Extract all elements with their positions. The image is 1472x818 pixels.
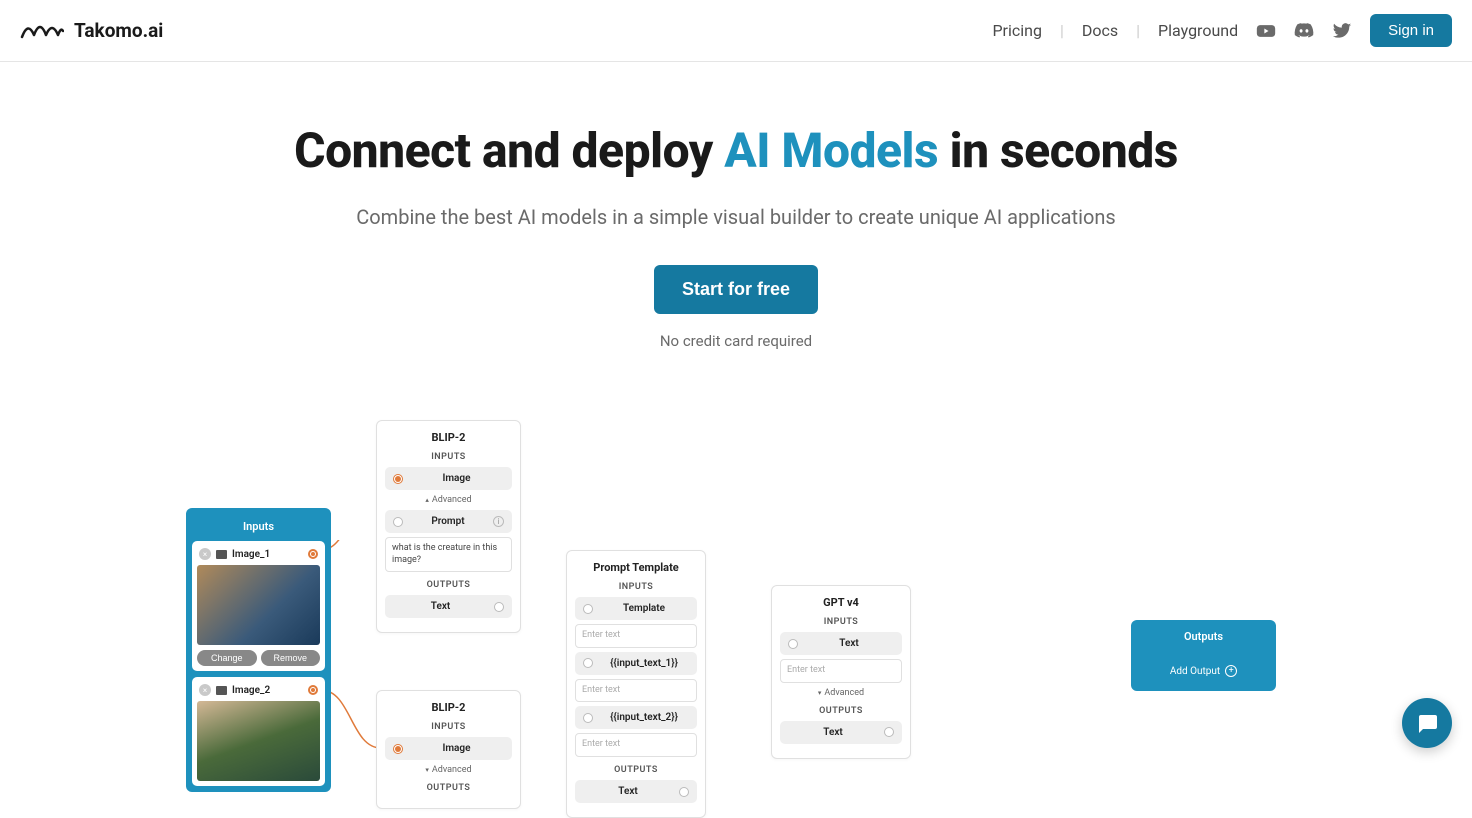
connector-icon[interactable] bbox=[679, 787, 689, 797]
change-button[interactable]: Change bbox=[197, 650, 257, 666]
slot1-textbox[interactable]: Enter text bbox=[575, 679, 697, 703]
connector-icon[interactable] bbox=[884, 727, 894, 737]
close-icon[interactable]: × bbox=[199, 684, 211, 696]
outputs-panel: Outputs Add Output + bbox=[1131, 620, 1276, 691]
logo-icon bbox=[20, 17, 64, 45]
advanced-toggle[interactable]: ▾Advanced bbox=[780, 688, 902, 698]
image-icon bbox=[216, 550, 227, 559]
image-thumbnail bbox=[197, 701, 320, 781]
node-blip2-1[interactable]: BLIP-2 INPUTS Image ▴Advanced Prompt i w… bbox=[376, 420, 521, 633]
connector-icon[interactable] bbox=[393, 517, 403, 527]
connector-icon[interactable] bbox=[393, 474, 403, 484]
start-for-free-button[interactable]: Start for free bbox=[654, 265, 818, 314]
image-thumbnail bbox=[197, 565, 320, 645]
hero-title: Connect and deploy AI Models in seconds bbox=[0, 122, 1472, 179]
twitter-icon[interactable] bbox=[1332, 21, 1352, 41]
image-icon bbox=[216, 686, 227, 695]
connector-icon[interactable] bbox=[583, 604, 593, 614]
input-image-1[interactable]: × Image_1 Change Remove bbox=[192, 541, 325, 671]
outputs-title: Outputs bbox=[1131, 630, 1276, 643]
nav-pricing[interactable]: Pricing bbox=[992, 21, 1042, 40]
no-credit-card: No credit card required bbox=[0, 332, 1472, 350]
connector-icon[interactable] bbox=[393, 744, 403, 754]
input-image-2[interactable]: × Image_2 bbox=[192, 677, 325, 786]
site-header: Takomo.ai Pricing | Docs | Playground Si… bbox=[0, 0, 1472, 62]
plus-icon: + bbox=[1225, 665, 1237, 677]
output-connector[interactable] bbox=[308, 685, 318, 695]
input-image-port[interactable]: Image bbox=[385, 467, 512, 490]
inputs-title: Inputs bbox=[186, 516, 331, 541]
brand-name: Takomo.ai bbox=[74, 19, 163, 42]
advanced-toggle[interactable]: ▴Advanced bbox=[385, 495, 512, 505]
discord-icon[interactable] bbox=[1294, 21, 1314, 41]
output-text-port[interactable]: Text bbox=[385, 595, 512, 618]
connector-icon[interactable] bbox=[583, 713, 593, 723]
input-slot-2-port[interactable]: {{input_text_2}} bbox=[575, 706, 697, 729]
hero-subtitle: Combine the best AI models in a simple v… bbox=[0, 205, 1472, 229]
input-prompt-port[interactable]: Prompt i bbox=[385, 510, 512, 533]
pipeline-canvas: Inputs × Image_1 Change Remove × Image_2 bbox=[186, 390, 1286, 810]
output-text-port[interactable]: Text bbox=[575, 780, 697, 803]
input-text-port[interactable]: Text bbox=[780, 632, 902, 655]
node-blip2-2[interactable]: BLIP-2 INPUTS Image ▾Advanced OUTPUTS bbox=[376, 690, 521, 809]
advanced-toggle[interactable]: ▾Advanced bbox=[385, 765, 512, 775]
top-nav: Pricing | Docs | Playground Sign in bbox=[992, 14, 1452, 47]
logo[interactable]: Takomo.ai bbox=[20, 17, 163, 45]
node-prompt-template[interactable]: Prompt Template INPUTS Template Enter te… bbox=[566, 550, 706, 818]
add-output-button[interactable]: Add Output + bbox=[1131, 665, 1276, 677]
nav-playground[interactable]: Playground bbox=[1158, 21, 1238, 40]
nav-docs[interactable]: Docs bbox=[1082, 21, 1118, 40]
input-slot-1-port[interactable]: {{input_text_1}} bbox=[575, 652, 697, 675]
chat-widget[interactable] bbox=[1402, 698, 1452, 748]
slot2-textbox[interactable]: Enter text bbox=[575, 733, 697, 757]
chevron-down-icon: ▾ bbox=[818, 689, 822, 697]
node-gpt-v4[interactable]: GPT v4 INPUTS Text Enter text ▾Advanced … bbox=[771, 585, 911, 759]
connector-icon[interactable] bbox=[494, 602, 504, 612]
youtube-icon[interactable] bbox=[1256, 21, 1276, 41]
output-text-port[interactable]: Text bbox=[780, 721, 902, 744]
template-textbox[interactable]: Enter text bbox=[575, 624, 697, 648]
close-icon[interactable]: × bbox=[199, 548, 211, 560]
connector-icon[interactable] bbox=[583, 658, 593, 668]
chevron-down-icon: ▾ bbox=[425, 766, 429, 774]
signin-button[interactable]: Sign in bbox=[1370, 14, 1452, 47]
hero: Connect and deploy AI Models in seconds … bbox=[0, 62, 1472, 350]
remove-button[interactable]: Remove bbox=[261, 650, 321, 666]
output-connector[interactable] bbox=[308, 549, 318, 559]
chevron-up-icon: ▴ bbox=[425, 496, 429, 504]
input-image-port[interactable]: Image bbox=[385, 737, 512, 760]
prompt-textbox[interactable]: what is the creature in this image? bbox=[385, 537, 512, 572]
connector-icon[interactable] bbox=[788, 639, 798, 649]
inputs-panel: Inputs × Image_1 Change Remove × Image_2 bbox=[186, 508, 331, 792]
input-template-port[interactable]: Template bbox=[575, 597, 697, 620]
info-icon[interactable]: i bbox=[493, 516, 504, 527]
text-textbox[interactable]: Enter text bbox=[780, 659, 902, 683]
